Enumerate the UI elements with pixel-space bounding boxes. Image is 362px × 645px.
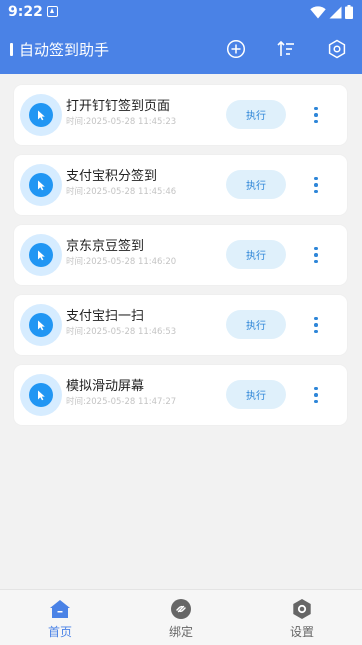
execute-button[interactable]: 执行	[226, 170, 286, 199]
nav-settings-label: 设置	[289, 625, 314, 639]
task-name: 模拟滑动屏幕	[66, 379, 145, 394]
task-time: 时间:2025-05-28 11:46:53	[66, 327, 177, 337]
nav-home[interactable]: 首页	[0, 590, 120, 645]
sort-button[interactable]	[274, 37, 298, 61]
cursor-icon	[38, 180, 45, 191]
task-time: 时间:2025-05-28 11:46:20	[66, 257, 177, 267]
wifi-icon	[310, 5, 326, 18]
add-circle-icon	[226, 39, 246, 59]
link-icon	[171, 599, 191, 619]
signal-icon	[329, 6, 342, 18]
task-time: 时间:2025-05-28 11:45:23	[66, 117, 177, 127]
task-name: 支付宝积分签到	[66, 169, 158, 184]
app-bar: 自动签到助手	[0, 24, 362, 74]
cursor-icon	[38, 390, 45, 401]
sort-icon	[277, 40, 294, 56]
hexagon-settings-icon	[293, 599, 311, 619]
execute-button[interactable]: 执行	[226, 310, 286, 339]
nav-settings[interactable]: 设置	[242, 590, 362, 645]
task-avatar	[20, 234, 62, 276]
hexagon-settings-icon	[328, 39, 346, 59]
notification-icon	[47, 6, 58, 17]
task-avatar	[20, 164, 62, 206]
execute-button[interactable]: 执行	[226, 380, 286, 409]
execute-button[interactable]: 执行	[226, 240, 286, 269]
task-card[interactable]: 模拟滑动屏幕 时间:2025-05-28 11:47:27 执行	[14, 365, 347, 425]
title-accent-bar	[10, 43, 13, 56]
battery-icon	[345, 5, 353, 19]
task-time: 时间:2025-05-28 11:47:27	[66, 397, 177, 407]
more-options-icon[interactable]	[308, 173, 324, 197]
more-options-icon[interactable]	[308, 383, 324, 407]
cursor-icon	[38, 110, 45, 121]
more-options-icon[interactable]	[308, 243, 324, 267]
add-button[interactable]	[224, 37, 248, 61]
task-card[interactable]: 打开钉钉签到页面 时间:2025-05-28 11:45:23 执行	[14, 85, 347, 145]
cursor-icon	[38, 320, 45, 331]
more-options-icon[interactable]	[308, 313, 324, 337]
settings-button[interactable]	[325, 37, 349, 61]
task-name: 京东京豆签到	[66, 239, 145, 254]
task-avatar	[20, 304, 62, 346]
execute-button[interactable]: 执行	[226, 100, 286, 129]
task-avatar	[20, 94, 62, 136]
task-avatar	[20, 374, 62, 416]
task-list: 打开钉钉签到页面 时间:2025-05-28 11:45:23 执行 支付宝积分…	[14, 85, 347, 435]
task-name: 打开钉钉签到页面	[66, 99, 171, 114]
task-card[interactable]: 支付宝积分签到 时间:2025-05-28 11:45:46 执行	[14, 155, 347, 215]
home-icon	[50, 600, 70, 618]
cursor-icon	[38, 250, 45, 261]
status-time: 9:22	[8, 4, 43, 20]
more-options-icon[interactable]	[308, 103, 324, 127]
task-time: 时间:2025-05-28 11:45:46	[66, 187, 177, 197]
status-bar: 9:22	[0, 0, 362, 24]
bottom-navigation: 首页 绑定 设置	[0, 589, 362, 645]
nav-bind-label: 绑定	[168, 625, 193, 639]
nav-bind[interactable]: 绑定	[121, 590, 241, 645]
page-title: 自动签到助手	[19, 41, 110, 59]
task-name: 支付宝扫一扫	[66, 309, 145, 324]
task-card[interactable]: 京东京豆签到 时间:2025-05-28 11:46:20 执行	[14, 225, 347, 285]
status-icons	[310, 5, 353, 19]
task-card[interactable]: 支付宝扫一扫 时间:2025-05-28 11:46:53 执行	[14, 295, 347, 355]
nav-home-label: 首页	[47, 625, 72, 639]
